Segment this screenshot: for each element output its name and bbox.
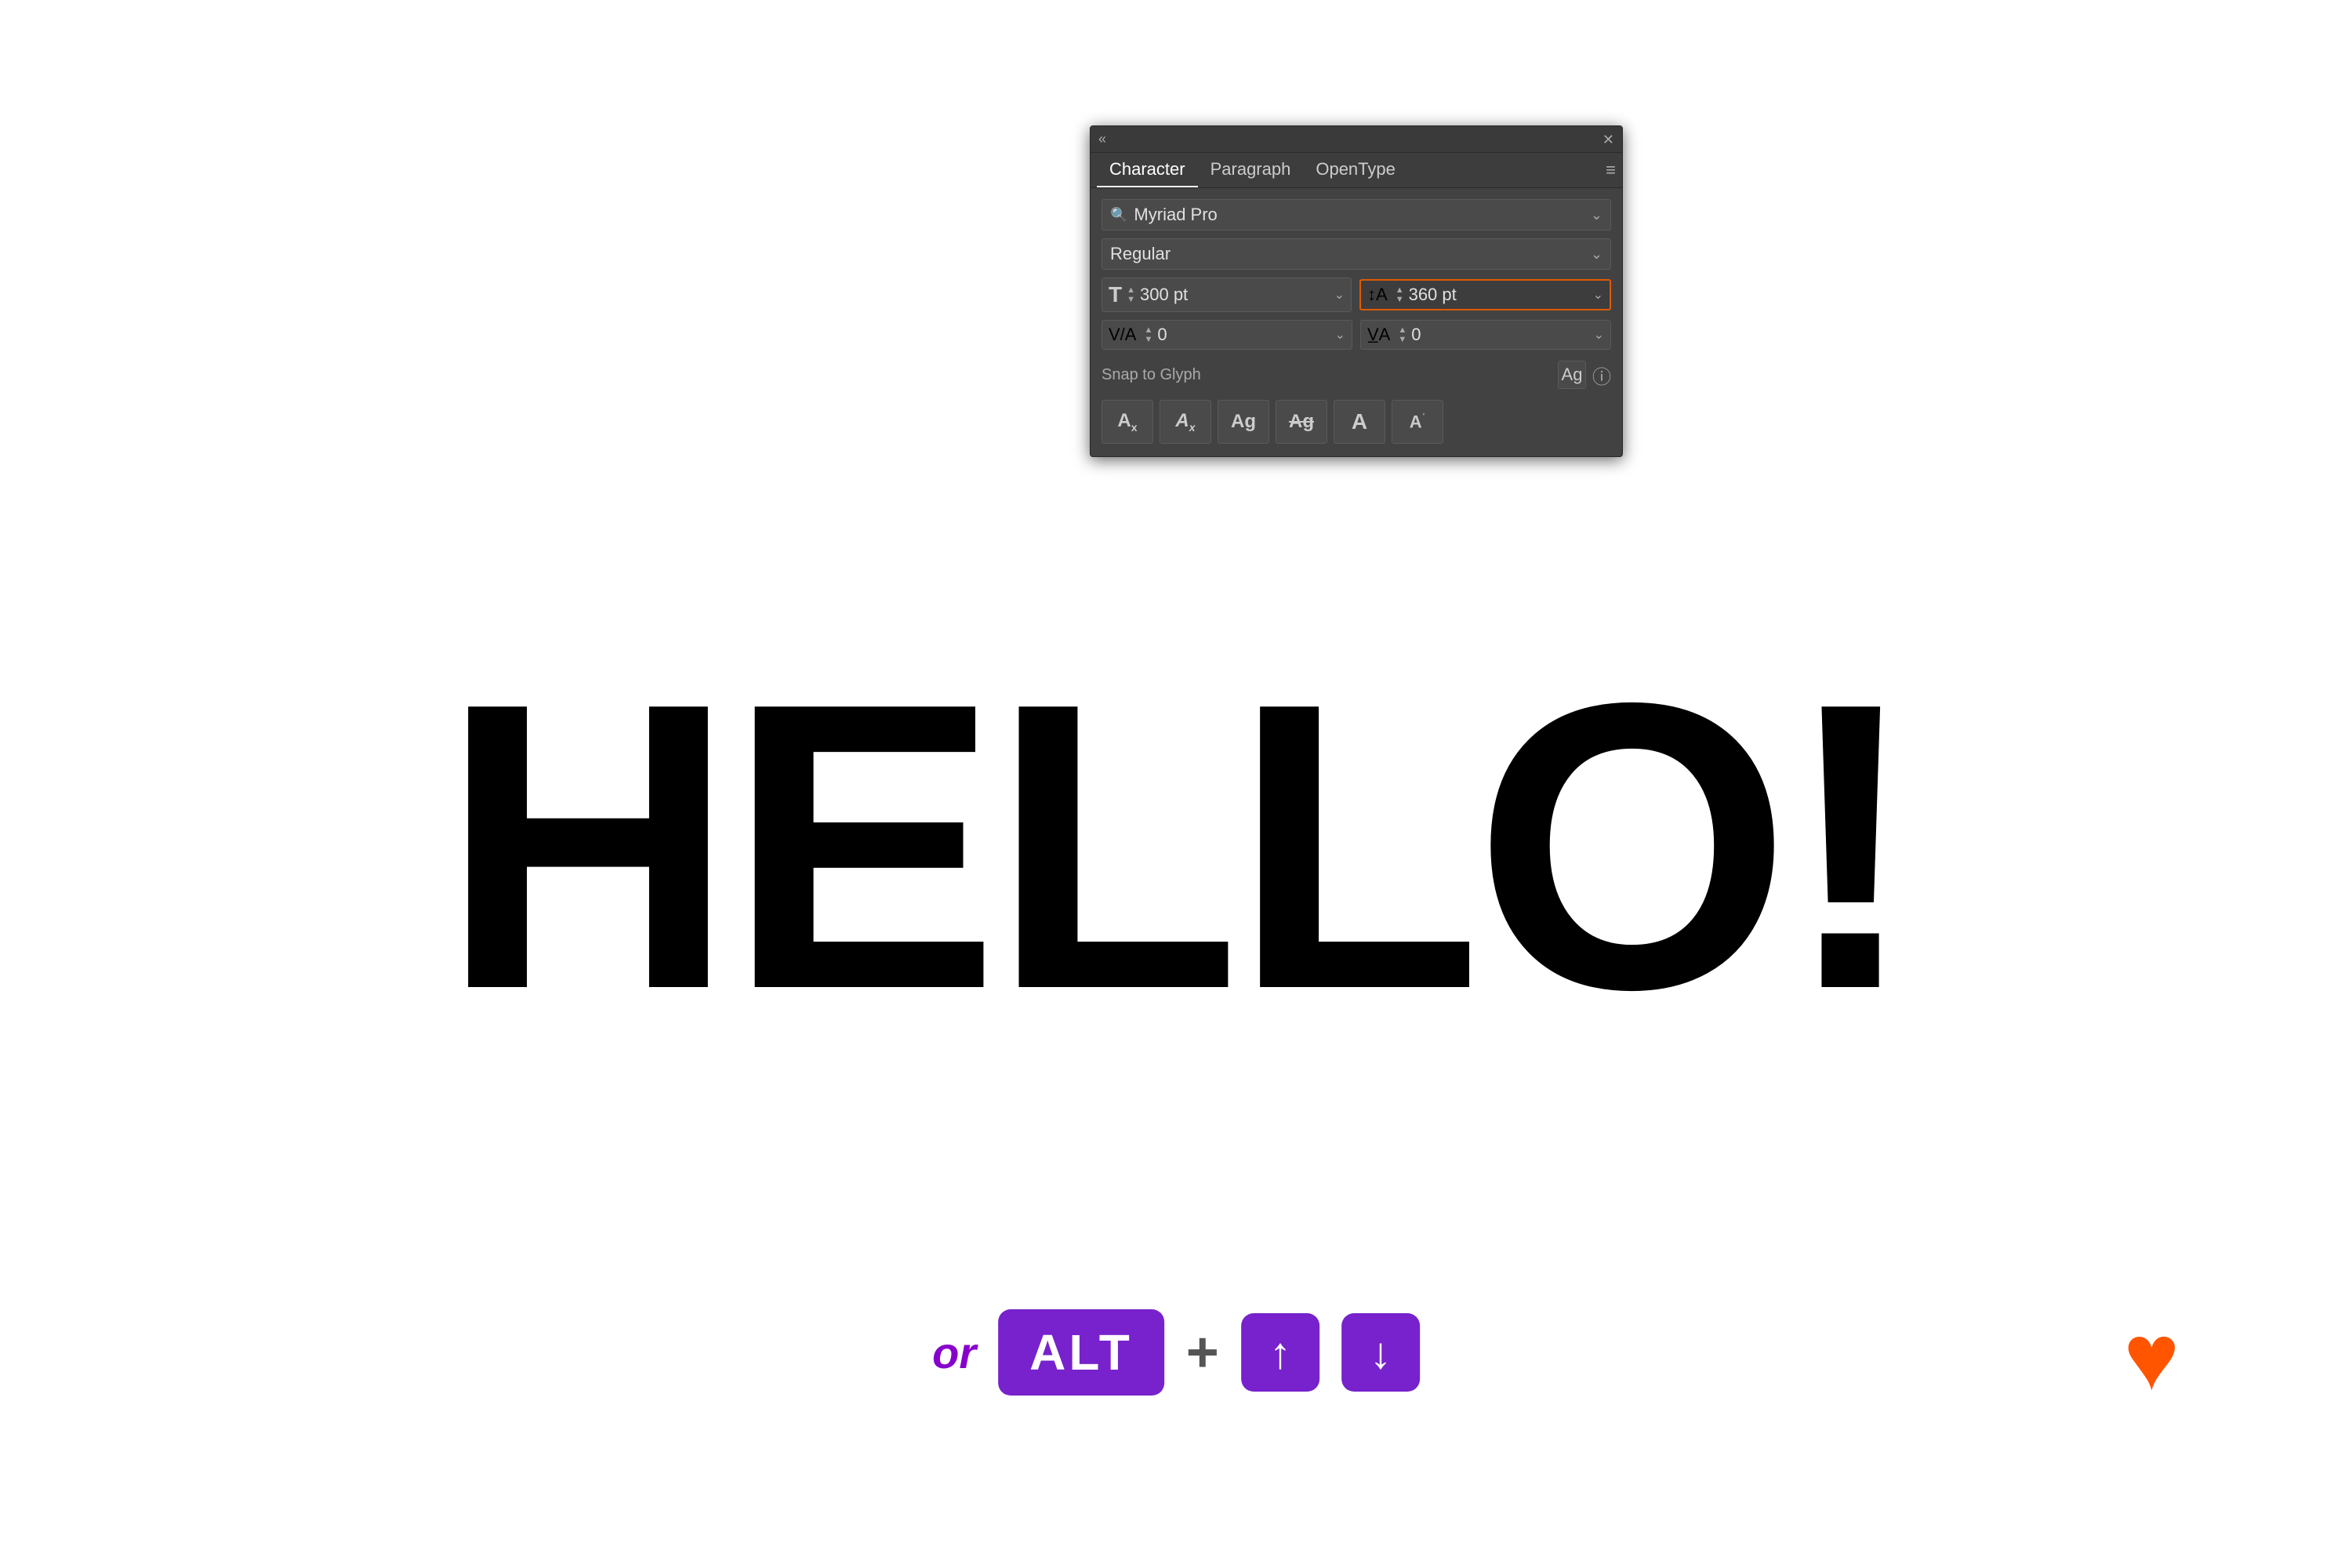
plus-label: + xyxy=(1186,1320,1219,1385)
close-button[interactable]: ✕ xyxy=(1602,132,1614,147)
collapse-icon[interactable]: « xyxy=(1098,131,1106,147)
font-family-dropdown[interactable]: 🔍 Myriad Pro ⌄ xyxy=(1102,199,1611,230)
glyph-a-superscript-label: Aˈ xyxy=(1410,411,1426,432)
snap-ag-icon: Ag xyxy=(1562,365,1583,385)
glyph-btn-ag-normal[interactable]: Ag xyxy=(1218,400,1269,444)
tracking-arrows[interactable]: ▲ ▼ xyxy=(1144,326,1152,344)
leading-icon: ↕A xyxy=(1367,285,1388,305)
kerning-chevron[interactable]: ⌄ xyxy=(1594,327,1604,343)
leading-up-arrow[interactable]: ▲ xyxy=(1396,286,1404,295)
glyph-ax-sansserif-label: Ax xyxy=(1175,410,1195,434)
leading-value: 360 pt xyxy=(1409,285,1588,305)
panel-titlebar: « ✕ xyxy=(1091,126,1622,153)
snap-to-glyph-label: Snap to Glyph xyxy=(1102,366,1201,384)
snap-icons: Ag ⓘ xyxy=(1558,361,1611,389)
panel-menu-icon[interactable]: ≡ xyxy=(1606,160,1616,180)
panel-body: 🔍 Myriad Pro ⌄ Regular ⌄ T ▲ ▼ 300 pt ⌄ xyxy=(1091,188,1622,456)
kerning-arrows[interactable]: ▲ ▼ xyxy=(1398,326,1406,344)
search-icon: 🔍 xyxy=(1110,207,1127,223)
glyph-a-caps-label: A xyxy=(1352,409,1367,434)
kerning-value: 0 xyxy=(1411,325,1588,345)
tab-character[interactable]: Character xyxy=(1097,153,1198,187)
glyph-btn-ax-serif[interactable]: Ax xyxy=(1102,400,1153,444)
kerning-spinbox[interactable]: V̲A ▲ ▼ 0 ⌄ xyxy=(1360,320,1611,350)
glyph-btn-a-superscript[interactable]: Aˈ xyxy=(1392,400,1443,444)
font-style-value: Regular xyxy=(1110,244,1591,264)
glyph-btn-ax-sansserif[interactable]: Ax xyxy=(1160,400,1211,444)
font-size-arrows[interactable]: ▲ ▼ xyxy=(1127,286,1135,304)
hello-canvas-text: HELLO! xyxy=(0,643,2352,1051)
tab-opentype[interactable]: OpenType xyxy=(1303,153,1408,187)
glyph-row: Ax Ax Ag Ag A Aˈ xyxy=(1102,400,1611,444)
glyph-ag-strike-label: Ag xyxy=(1289,411,1314,433)
tracking-spinbox[interactable]: V/A ▲ ▼ 0 ⌄ xyxy=(1102,320,1352,350)
font-size-chevron[interactable]: ⌄ xyxy=(1334,287,1345,303)
info-icon[interactable]: ⓘ xyxy=(1592,361,1611,389)
chevron-down-icon: ⌄ xyxy=(1591,246,1602,263)
font-size-value: 300 pt xyxy=(1140,285,1330,305)
or-label: or xyxy=(932,1327,976,1378)
snap-ag-button[interactable]: Ag xyxy=(1558,361,1586,389)
font-size-spinbox[interactable]: T ▲ ▼ 300 pt ⌄ xyxy=(1102,278,1352,312)
arrow-up-badge: ↑ xyxy=(1241,1313,1319,1392)
panel-tabs: Character Paragraph OpenType ≡ xyxy=(1091,153,1622,188)
kerning-down-arrow[interactable]: ▼ xyxy=(1398,336,1406,344)
kerning-up-arrow[interactable]: ▲ xyxy=(1398,326,1406,335)
font-size-icon: T xyxy=(1109,282,1122,307)
tracking-down-arrow[interactable]: ▼ xyxy=(1144,336,1152,344)
leading-down-arrow[interactable]: ▼ xyxy=(1396,296,1404,304)
alt-key-badge: ALT xyxy=(998,1309,1164,1396)
size-leading-row: T ▲ ▼ 300 pt ⌄ ↕A ▲ ▼ 360 pt ⌄ xyxy=(1102,278,1611,312)
kerning-icon: V̲A xyxy=(1367,325,1390,345)
font-size-down-arrow[interactable]: ▼ xyxy=(1127,296,1135,304)
tracking-kerning-row: V/A ▲ ▼ 0 ⌄ V̲A ▲ ▼ 0 ⌄ xyxy=(1102,320,1611,350)
arrow-down-badge: ↓ xyxy=(1341,1313,1420,1392)
glyph-btn-a-caps[interactable]: A xyxy=(1334,400,1385,444)
shortcut-row: or ALT + ↑ ↓ xyxy=(932,1309,1420,1396)
tab-paragraph[interactable]: Paragraph xyxy=(1198,153,1304,187)
glyph-ag-normal-label: Ag xyxy=(1231,411,1256,433)
leading-arrows[interactable]: ▲ ▼ xyxy=(1396,286,1404,304)
alt-label: ALT xyxy=(1029,1323,1133,1381)
font-family-value: Myriad Pro xyxy=(1134,205,1217,225)
glyph-ax-serif-label: Ax xyxy=(1117,410,1137,434)
tracking-icon: V/A xyxy=(1109,325,1136,345)
chevron-down-icon: ⌄ xyxy=(1591,207,1602,223)
tracking-chevron[interactable]: ⌄ xyxy=(1335,327,1345,343)
panel-titlebar-left: « xyxy=(1098,131,1106,147)
font-style-dropdown[interactable]: Regular ⌄ xyxy=(1102,238,1611,270)
arrow-down-icon: ↓ xyxy=(1370,1327,1392,1378)
snap-row: Snap to Glyph Ag ⓘ xyxy=(1102,358,1611,392)
tracking-up-arrow[interactable]: ▲ xyxy=(1144,326,1152,335)
character-panel: « ✕ Character Paragraph OpenType ≡ 🔍 Myr… xyxy=(1090,125,1623,457)
leading-spinbox[interactable]: ↕A ▲ ▼ 360 pt ⌄ xyxy=(1359,279,1611,310)
tracking-value: 0 xyxy=(1157,325,1330,345)
heart-icon: ♥ xyxy=(2124,1303,2180,1411)
arrow-up-icon: ↑ xyxy=(1269,1327,1291,1378)
font-size-up-arrow[interactable]: ▲ xyxy=(1127,286,1135,295)
glyph-btn-ag-strike[interactable]: Ag xyxy=(1276,400,1327,444)
leading-chevron[interactable]: ⌄ xyxy=(1593,287,1603,303)
